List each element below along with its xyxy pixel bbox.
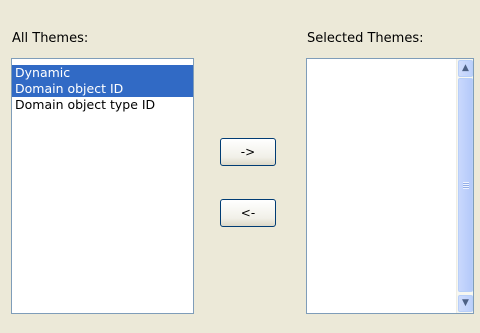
scrollbar-thumb[interactable] [458, 78, 473, 292]
remove-theme-button[interactable]: <- [220, 199, 276, 227]
grip-icon [463, 182, 469, 189]
vertical-scrollbar[interactable]: ▲ ▼ [456, 59, 473, 313]
chevron-up-icon: ▲ [462, 63, 469, 73]
list-item-domain-object-type-id[interactable]: Domain object type ID [12, 97, 193, 113]
scroll-up-button[interactable]: ▲ [458, 60, 473, 77]
add-theme-button[interactable]: -> [220, 138, 276, 166]
selected-themes-list[interactable]: ▲ ▼ [306, 58, 474, 314]
list-item-dynamic[interactable]: Dynamic [12, 65, 193, 81]
chevron-down-icon: ▼ [462, 298, 469, 308]
all-themes-list[interactable]: Dynamic Domain object ID Domain object t… [11, 58, 194, 314]
all-themes-label: All Themes: [12, 31, 89, 46]
list-item-domain-object-id[interactable]: Domain object ID [12, 81, 193, 97]
selected-themes-label: Selected Themes: [307, 31, 424, 46]
scroll-down-button[interactable]: ▼ [458, 295, 473, 312]
